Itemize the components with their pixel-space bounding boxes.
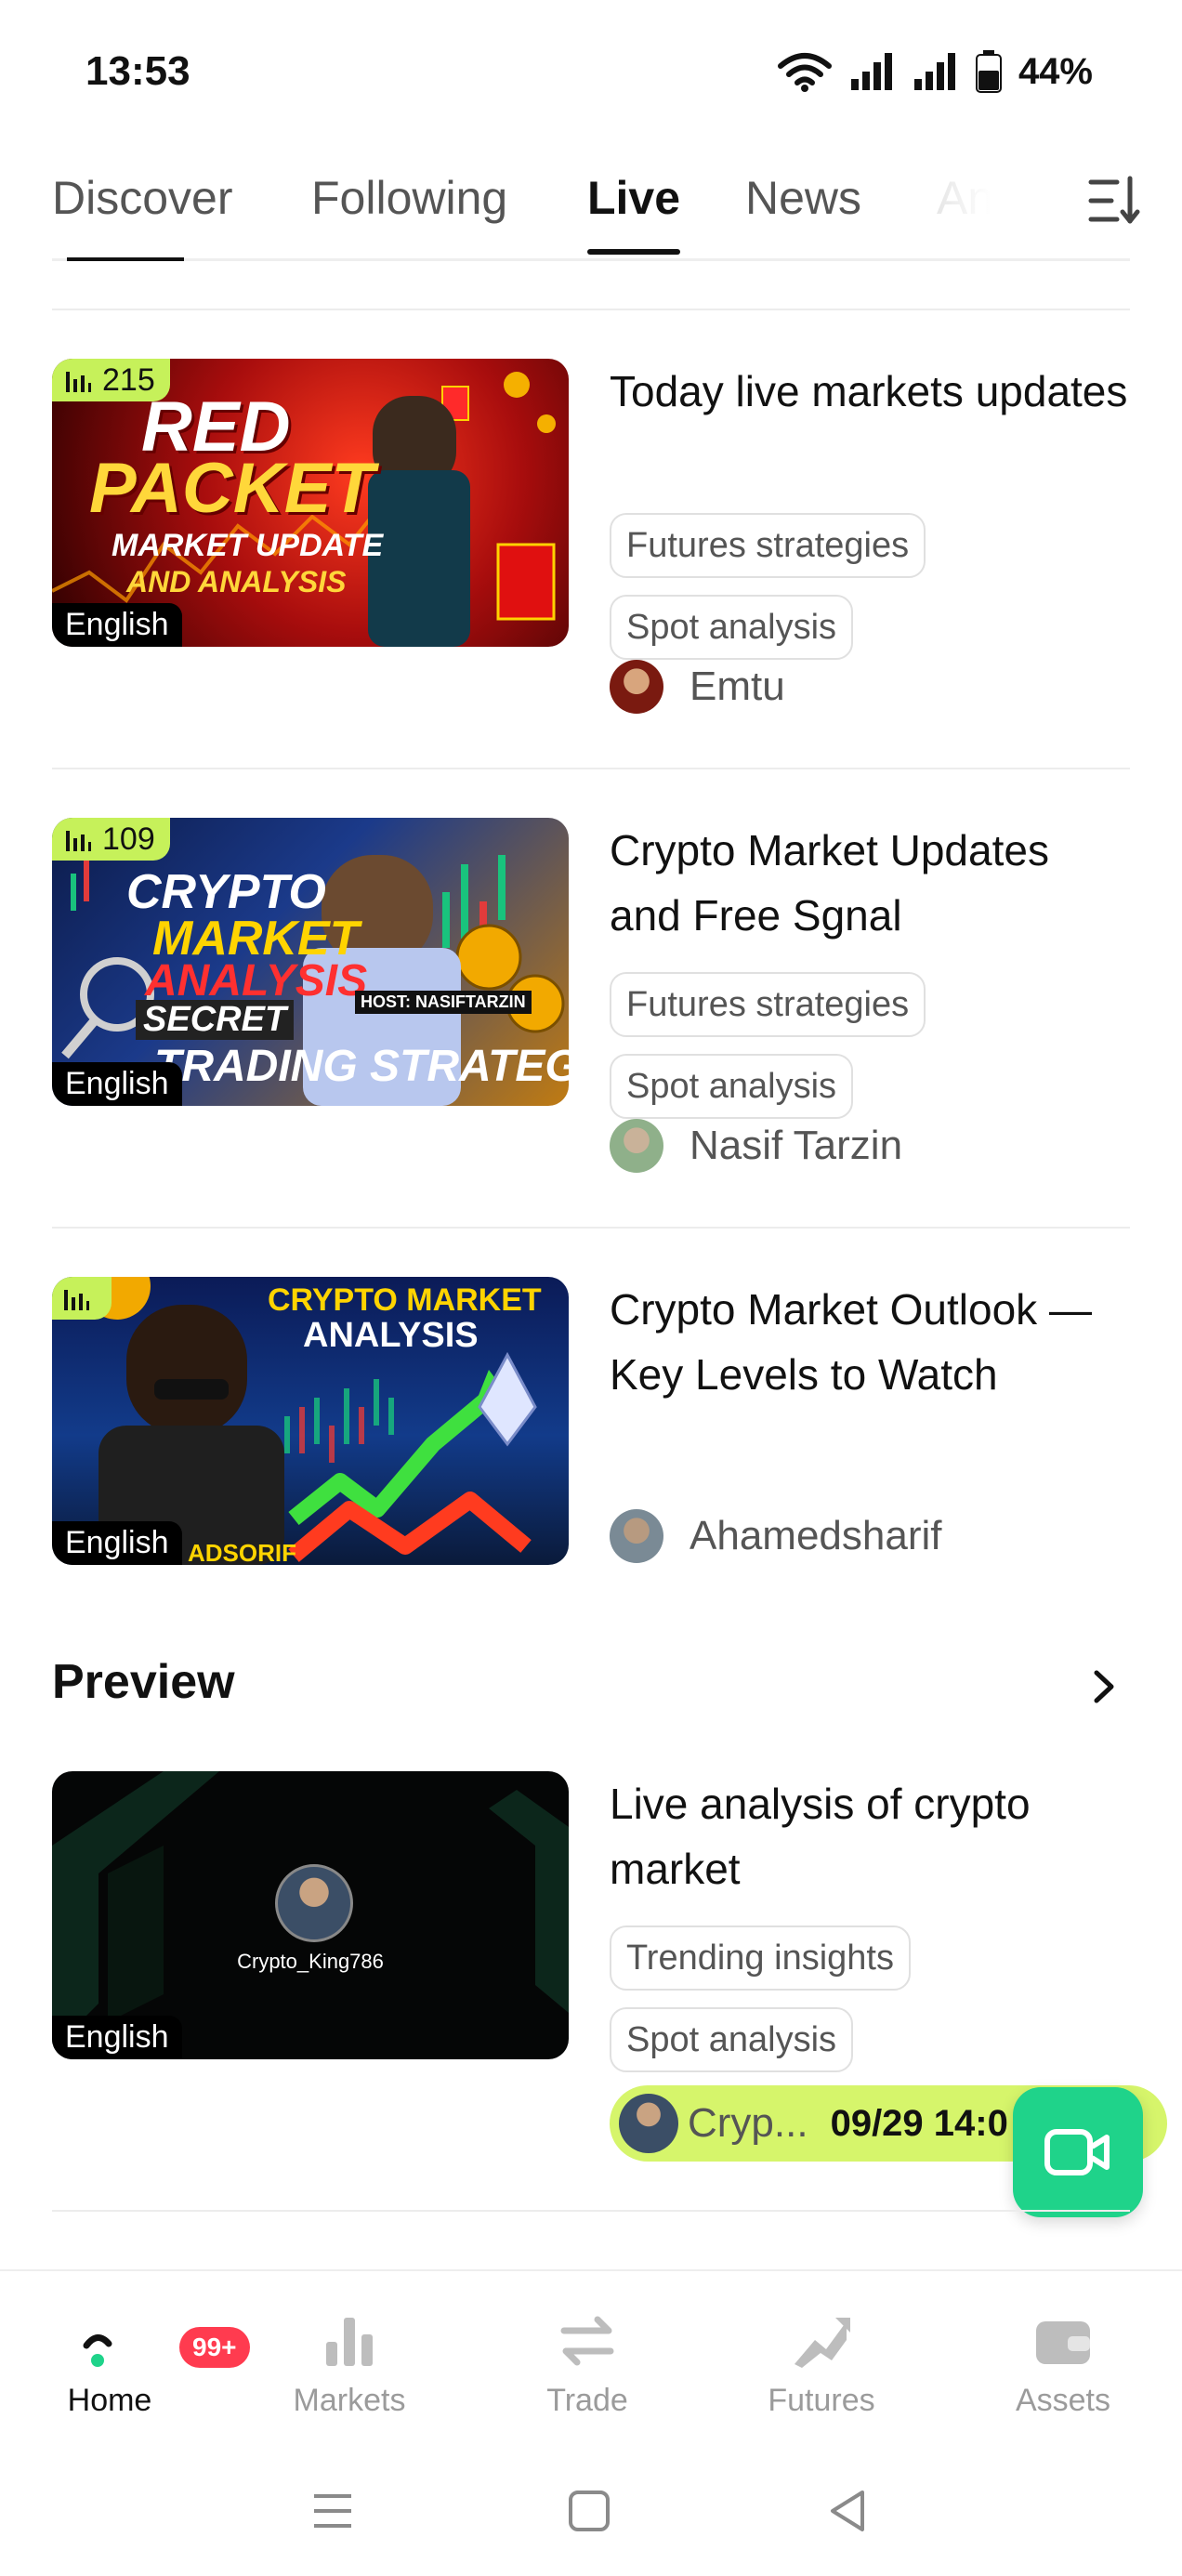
author-name: Emtu [690,664,785,709]
home-icon: 99+ [77,2308,250,2373]
tag-chip[interactable]: Futures strategies [610,972,926,1037]
thumb-host: HOST: NASIFTARZIN [355,991,532,1014]
tag-chip[interactable]: Futures strategies [610,513,926,578]
live-card[interactable]: CRYPTO MARKET ANALYSIS ADSORIF English C… [52,1277,1130,1565]
nav-label: Trade [546,2383,628,2418]
preview-thumbnail[interactable]: Crypto_King786 English [52,1771,569,2059]
nav-label: Assets [1015,2383,1111,2418]
tab-live[interactable]: Live [587,171,680,225]
live-thumbnail[interactable]: RED PACKET MARKET UPDATE AND ANALYSIS 21… [52,359,569,647]
tag-chip[interactable]: Trending insights [610,1925,911,1991]
live-thumbnail[interactable]: CRYPTO MARKET ANALYSIS ADSORIF English [52,1277,569,1565]
video-camera-icon [1044,2129,1110,2175]
author-name: Ahamedsharif [690,1513,942,1558]
host-name: Cryp... [688,2100,808,2146]
preview-card[interactable]: Crypto_King786 English Live analysis of … [52,1771,1130,2072]
thumb-title-3: ANALYSIS [145,956,368,1005]
tab-following[interactable]: Following [311,171,507,225]
bar-chart-icon [66,831,91,851]
nav-markets[interactable]: Markets [256,2308,442,2419]
stream-title[interactable]: Crypto Market Updates and Free Sgnal [610,818,1130,948]
home-square-icon[interactable] [567,2489,611,2533]
author[interactable]: Ahamedsharif [610,1509,941,1563]
menu-icon[interactable] [310,2489,355,2533]
channel-name: Crypto_King786 [237,1950,384,1973]
thumb-sub-2: TRADING STRATEGY [154,1042,569,1091]
nav-trade[interactable]: Trade [494,2308,680,2419]
subtab-indicator [67,257,184,261]
clock: 13:53 [85,48,190,94]
wifi-icon [777,53,832,92]
avatar [619,2094,678,2153]
language-label: English [52,1521,182,1565]
author[interactable]: Emtu [610,660,785,714]
nav-label: Markets [293,2383,406,2418]
divider [52,768,1130,769]
sort-icon[interactable] [1085,171,1145,230]
nav-home[interactable]: 99+ Home [17,2308,250,2419]
thumb-title-1: CRYPTO MARKET [268,1282,542,1318]
nav-assets[interactable]: Assets [970,2308,1156,2419]
stream-title[interactable]: Live analysis of crypto market [610,1771,1130,1901]
author-name: Nasif Tarzin [690,1123,903,1168]
section-title-preview: Preview [52,1655,235,1709]
thumb-title-2: ANALYSIS [303,1316,479,1355]
signal-icon-2 [913,53,955,90]
language-label: English [52,1062,182,1106]
battery-percent: 44% [1018,50,1093,92]
bar-chart-icon [66,372,91,392]
chevron-right-icon[interactable] [1080,1663,1126,1710]
channel-avatar [275,1864,353,1942]
live-card[interactable]: CRYPTO MARKET ANALYSIS SECRET TRADING ST… [52,818,1130,1173]
avatar [610,660,663,714]
nav-futures[interactable]: Futures [729,2308,914,2419]
avatar [610,1509,663,1563]
signal-icon [850,53,892,90]
tab-news[interactable]: News [745,171,861,225]
viewer-count-badge: 215 [52,359,170,401]
active-tab-indicator [587,249,680,255]
divider [52,1227,1130,1229]
back-icon[interactable] [825,2489,870,2533]
divider [52,2210,1130,2212]
avatar [610,1119,663,1173]
swap-icon [555,2308,620,2373]
viewer-count-badge: 109 [52,818,170,861]
divider [52,309,1130,310]
go-live-button[interactable] [1013,2087,1143,2217]
battery-icon [975,50,1002,93]
bar-chart-icon [317,2308,382,2373]
stream-title[interactable]: Crypto Market Outlook — Key Levels to Wa… [610,1277,1130,1407]
bar-chart-icon [64,1290,89,1310]
live-thumbnail[interactable]: CRYPTO MARKET ANALYSIS SECRET TRADING ST… [52,818,569,1106]
subtab-track [52,258,1130,261]
thumb-sub-1: SECRET [136,1000,295,1040]
language-label: English [52,603,182,647]
thumb-sub-2: AND ANALYSIS [126,565,347,598]
nav-label: Home [67,2383,152,2418]
stream-title[interactable]: Today live markets updates [610,359,1130,424]
language-label: English [52,2016,182,2059]
status-icons: 44% [777,50,1093,93]
author[interactable]: Nasif Tarzin [610,1119,902,1173]
thumb-sub-1: MARKET UPDATE [112,528,384,563]
system-nav-bar [0,2455,1182,2576]
tag-chip[interactable]: Spot analysis [610,595,854,660]
viewer-count: 109 [102,821,155,857]
tab-discover[interactable]: Discover [52,171,232,225]
tag-chip[interactable]: Spot analysis [610,2007,854,2072]
trend-up-icon [789,2308,854,2373]
thumb-title-2: PACKET [89,449,374,528]
notification-badge: 99+ [179,2327,250,2368]
viewer-count: 215 [102,361,155,398]
tag-chip[interactable]: Spot analysis [610,1054,854,1119]
bottom-nav: 99+ Home Markets Trade Futures Assets [0,2269,1182,2457]
thumb-sub-1: ADSORIF [188,1539,296,1565]
status-bar: 13:53 44% [0,0,1182,149]
schedule-time: 09/29 14:0 [830,2102,1008,2144]
live-card[interactable]: RED PACKET MARKET UPDATE AND ANALYSIS 21… [52,359,1130,714]
wallet-icon [1031,2308,1096,2373]
nav-label: Futures [768,2383,875,2418]
viewer-count-badge [52,1277,112,1320]
